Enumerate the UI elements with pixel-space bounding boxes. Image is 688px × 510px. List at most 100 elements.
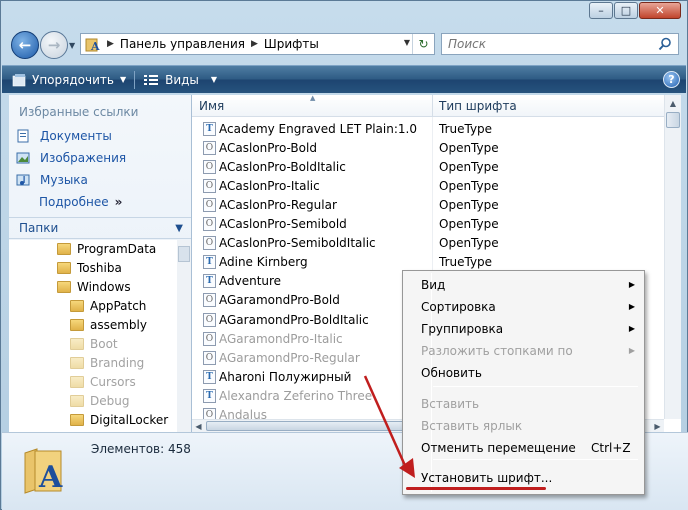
opentype-font-icon: O xyxy=(203,293,216,308)
column-header-row: ▲ Имя Тип шрифта xyxy=(192,94,664,117)
help-icon[interactable]: ? xyxy=(663,71,680,88)
menu-item[interactable]: Вставить xyxy=(406,393,641,414)
folder-icon xyxy=(70,376,84,388)
opentype-font-icon: O xyxy=(203,159,216,174)
font-type: TrueType xyxy=(439,255,493,270)
tree-item-boot[interactable]: Boot xyxy=(70,337,118,351)
column-header-type[interactable]: Тип шрифта xyxy=(439,99,517,113)
tree-item-assembly[interactable]: assembly xyxy=(70,318,147,332)
more-links-button[interactable]: Подробнее » xyxy=(39,195,122,209)
tree-item-digitallocker[interactable]: DigitalLocker xyxy=(70,413,168,427)
truetype-font-icon: T xyxy=(203,255,216,270)
scroll-right-icon[interactable]: ▶ xyxy=(651,420,664,432)
folder-icon xyxy=(70,395,84,407)
menu-item[interactable]: Обновить xyxy=(406,362,641,383)
opentype-font-icon: O xyxy=(203,217,216,231)
font-name: AGaramondPro-BoldItalic xyxy=(219,312,369,327)
menu-item[interactable]: Вид ▶ xyxy=(406,274,641,295)
address-dropdown-icon[interactable]: ▼ xyxy=(404,38,410,47)
table-row[interactable]: O ACaslonPro-Regular OpenType xyxy=(192,195,664,214)
column-header-name[interactable]: Имя xyxy=(199,99,224,113)
menu-item[interactable]: Сортировка ▶ xyxy=(406,296,641,317)
recent-pages-dropdown-icon[interactable]: ▼ xyxy=(69,41,75,50)
maximize-icon: □ xyxy=(620,4,632,17)
back-button[interactable]: ← xyxy=(11,31,39,59)
tree-item-branding[interactable]: Branding xyxy=(70,356,144,370)
vertical-scrollbar-thumb[interactable] xyxy=(666,112,680,128)
organize-icon xyxy=(12,73,26,86)
menu-item[interactable]: Разложить стопками по ▶ xyxy=(406,340,641,361)
menu-item-label: Вид xyxy=(421,277,446,292)
folders-header[interactable]: Папки ▼ xyxy=(9,217,191,239)
font-name: ACaslonPro-BoldItalic xyxy=(219,159,346,174)
tree-item-debug[interactable]: Debug xyxy=(70,394,129,408)
minimize-icon: – xyxy=(598,4,604,17)
refresh-button[interactable]: ↻ xyxy=(412,34,434,54)
font-type: TrueType xyxy=(439,121,493,136)
maximize-button[interactable]: □ xyxy=(614,2,638,19)
minimize-button[interactable]: – xyxy=(589,2,613,19)
tree-item-programdata[interactable]: ProgramData xyxy=(57,242,156,256)
organize-button[interactable]: Упорядочить ▼ xyxy=(2,66,132,93)
scroll-up-icon[interactable]: ▲ xyxy=(665,95,681,111)
forward-arrow-icon: → xyxy=(47,36,61,54)
window-controls: – □ ✕ xyxy=(589,2,681,19)
table-row[interactable]: O ACaslonPro-Italic OpenType xyxy=(192,176,664,195)
tree-item-apppatch[interactable]: AppPatch xyxy=(70,299,146,313)
folder-icon xyxy=(70,414,84,426)
annotation-arrow-icon xyxy=(363,375,415,478)
address-bar[interactable]: A ▶ Панель управления ▶ Шрифты ▼ ↻ xyxy=(80,33,435,55)
font-name: ACaslonPro-Semibold xyxy=(219,217,347,231)
vertical-scrollbar[interactable]: ▲ xyxy=(664,95,681,419)
back-arrow-icon: ← xyxy=(18,36,32,54)
table-row[interactable]: O ACaslonPro-Bold OpenType xyxy=(192,138,664,157)
opentype-font-icon: O xyxy=(203,236,216,251)
breadcrumb-chevron-icon[interactable]: ▶ xyxy=(105,39,116,49)
table-row[interactable]: T Adine Kirnberg TrueType xyxy=(192,253,664,272)
font-name: ACaslonPro-SemiboldItalic xyxy=(219,236,376,251)
menu-item[interactable]: Группировка ▶ xyxy=(406,318,641,339)
breadcrumb-chevron-icon[interactable]: ▶ xyxy=(249,39,260,49)
tree-item-windows[interactable]: Windows xyxy=(57,280,131,294)
font-type: OpenType xyxy=(439,140,499,155)
truetype-font-icon: T xyxy=(203,274,216,289)
close-button[interactable]: ✕ xyxy=(639,2,681,19)
views-button[interactable]: Виды ▼ xyxy=(137,66,223,93)
tree-scrollbar-thumb[interactable] xyxy=(178,246,190,262)
column-divider[interactable] xyxy=(432,95,433,117)
submenu-arrow-icon: ▶ xyxy=(628,324,635,333)
tree-item-label: Boot xyxy=(90,337,118,351)
music-icon xyxy=(16,174,30,186)
forward-button[interactable]: → xyxy=(40,31,68,59)
search-icon[interactable] xyxy=(658,37,672,51)
views-icon xyxy=(144,74,159,85)
fonts-folder-icon: A xyxy=(85,38,100,52)
menu-item[interactable]: Вставить ярлык xyxy=(406,415,641,436)
navigation-pane: Избранные ссылки Документы Изображения М… xyxy=(9,95,192,432)
breadcrumb-fonts[interactable]: Шрифты xyxy=(260,37,323,51)
sidebar-item-pictures[interactable]: Изображения xyxy=(16,151,126,165)
tree-scrollbar[interactable] xyxy=(177,240,191,432)
scroll-left-icon[interactable]: ◀ xyxy=(192,420,205,432)
font-name: ACaslonPro-Regular xyxy=(219,197,337,212)
close-icon: ✕ xyxy=(655,4,665,17)
sidebar-item-music[interactable]: Музыка xyxy=(16,173,88,187)
search-box xyxy=(441,33,679,55)
tree-item-label: Cursors xyxy=(90,375,136,389)
search-input[interactable] xyxy=(448,37,648,51)
table-row[interactable]: O ACaslonPro-Semibold OpenType xyxy=(192,215,664,234)
menu-item[interactable]: Установить шрифт... xyxy=(406,467,641,488)
table-row[interactable]: O ACaslonPro-BoldItalic OpenType xyxy=(192,157,664,176)
refresh-icon: ↻ xyxy=(418,37,429,51)
menu-item[interactable]: Отменить перемещение Ctrl+Z xyxy=(406,437,641,458)
font-name: AGaramondPro-Regular xyxy=(219,350,360,365)
font-name: ACaslonPro-Bold xyxy=(219,140,317,155)
breadcrumb-control-panel[interactable]: Панель управления xyxy=(116,37,249,51)
tree-item-label: Branding xyxy=(90,356,145,370)
table-row[interactable]: O ACaslonPro-SemiboldItalic OpenType xyxy=(192,234,664,253)
tree-item-toshiba[interactable]: Toshiba xyxy=(57,261,122,275)
tree-item-cursors[interactable]: Cursors xyxy=(70,375,136,389)
table-row[interactable]: T Academy Engraved LET Plain:1.0 TrueType xyxy=(192,119,664,138)
sidebar-item-documents[interactable]: Документы xyxy=(16,129,112,143)
menu-item-label: Вставить ярлык xyxy=(421,418,523,433)
